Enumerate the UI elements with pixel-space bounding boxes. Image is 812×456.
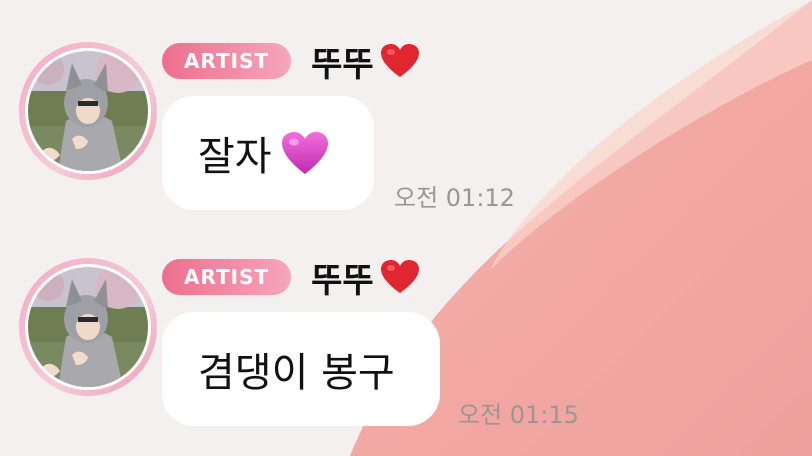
message-text: 잘자 bbox=[198, 134, 272, 180]
message-header: ARTIST 뚜뚜 bbox=[162, 42, 420, 85]
message-bubble[interactable]: 잘자 bbox=[162, 96, 374, 210]
chat-message: ARTIST 뚜뚜 겸댕이 봉구 오전 01:15 bbox=[0, 216, 812, 429]
red-heart-icon bbox=[380, 44, 419, 77]
message-text: 겸댕이 봉구 bbox=[198, 350, 395, 396]
red-heart-icon bbox=[380, 260, 419, 293]
pink-heart-icon bbox=[281, 132, 328, 174]
artist-badge: ARTIST bbox=[162, 43, 292, 79]
avatar-image bbox=[25, 48, 151, 174]
sender-name[interactable]: 뚜뚜 bbox=[311, 253, 374, 302]
chat-message: ARTIST 뚜뚜 잘자 오전 01:12 bbox=[0, 0, 812, 212]
avatar-image bbox=[25, 264, 151, 390]
sender-name[interactable]: 뚜뚜 bbox=[311, 37, 374, 86]
avatar[interactable] bbox=[19, 42, 157, 180]
message-timestamp: 오전 01:12 bbox=[394, 184, 515, 212]
artist-badge: ARTIST bbox=[162, 259, 292, 295]
message-bubble[interactable]: 겸댕이 봉구 bbox=[162, 312, 440, 426]
message-timestamp: 오전 01:15 bbox=[458, 401, 579, 429]
message-header: ARTIST 뚜뚜 bbox=[162, 258, 420, 301]
avatar[interactable] bbox=[19, 258, 157, 396]
